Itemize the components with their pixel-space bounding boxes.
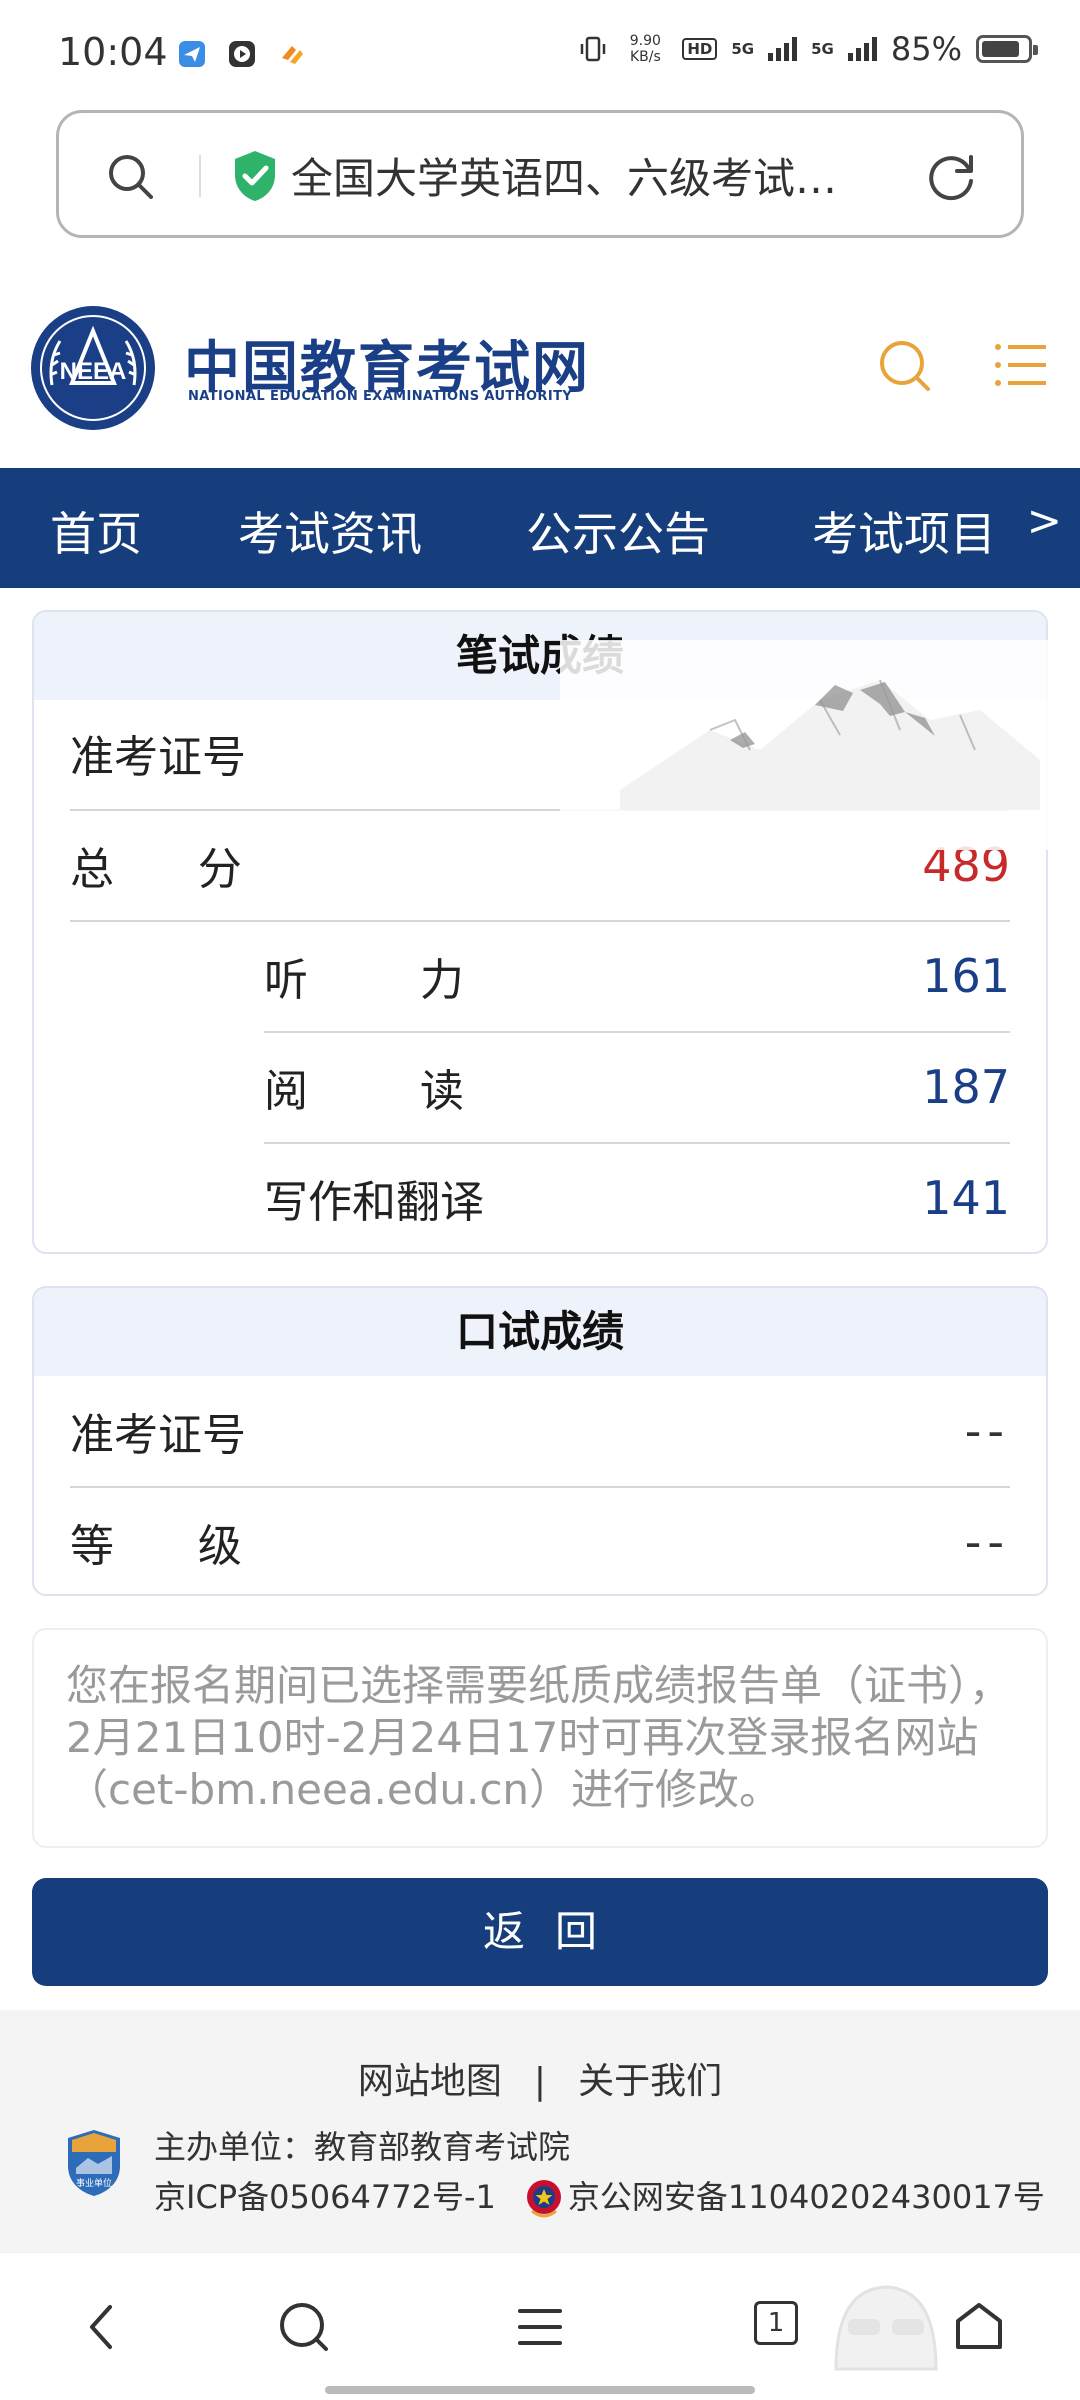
- writing-translation-row: 写作和翻译 141: [264, 1143, 1010, 1252]
- home-indicator[interactable]: [325, 2386, 755, 2394]
- status-time: 10:04: [58, 30, 168, 74]
- address-page-title[interactable]: 全国大学英语四、六级考试…: [291, 145, 891, 206]
- tab-count-button[interactable]: 1: [754, 2301, 798, 2345]
- signal-2-bars-icon: [847, 37, 877, 61]
- neea-logo-icon[interactable]: NEEA: [30, 305, 156, 431]
- police-emblem-icon: [526, 2180, 561, 2218]
- signal-1-label: 5G: [731, 40, 755, 58]
- site-name-en: NATIONAL EDUCATION EXAMINATIONS AUTHORIT…: [188, 389, 573, 404]
- back-arrow-icon[interactable]: [82, 2299, 122, 2355]
- address-divider: [199, 155, 201, 197]
- icp-license-link[interactable]: 京ICP备05064772号-1: [154, 2178, 496, 2216]
- writing-translation-score: 141: [922, 1171, 1010, 1225]
- menu-icon[interactable]: [516, 2299, 564, 2355]
- nav-item-exam-projects[interactable]: 考试项目: [812, 498, 996, 564]
- listening-score: 161: [922, 949, 1010, 1003]
- nav-item-home[interactable]: 首页: [50, 498, 142, 564]
- written-ticket-label: 准考证号: [70, 732, 246, 783]
- net-speed: 9.90 KB/s: [629, 33, 661, 65]
- status-app-icons: [176, 38, 308, 70]
- vibrate-icon: [581, 36, 606, 62]
- oral-ticket-row: 准考证号 --: [70, 1376, 1010, 1486]
- nav-item-announcements[interactable]: 公示公告: [526, 498, 710, 564]
- total-score-label: 总 分: [70, 844, 242, 895]
- nav-more-arrow[interactable]: >: [1027, 496, 1062, 545]
- reading-score: 187: [922, 1060, 1010, 1114]
- site-header: NEEA 中国教育考试网 NATIONAL EDUCATION EXAMINAT…: [0, 275, 1080, 468]
- refresh-icon[interactable]: [925, 149, 979, 203]
- search-icon[interactable]: [105, 151, 157, 203]
- listening-label: 听 力: [264, 955, 464, 1006]
- nav-item-exam-news[interactable]: 考试资讯: [238, 498, 422, 564]
- battery-icon: [976, 35, 1038, 63]
- oral-grade-value: --: [964, 1515, 1010, 1569]
- footer-registration-line: 京ICP备05064772号-1 京公网安备11040202430017号: [154, 2172, 1045, 2221]
- writing-translation-label: 写作和翻译: [264, 1177, 484, 1228]
- video-app-icon: [229, 41, 255, 67]
- mountain-watermark: [560, 640, 1060, 850]
- main-nav: 首页 考试资讯 公示公告 考试项目 >: [0, 468, 1080, 588]
- status-bar: 10:04 9.90 KB/s HD 5G 5G 85%: [0, 0, 1080, 108]
- search-icon[interactable]: [876, 337, 934, 395]
- shield-check-icon: [235, 151, 275, 201]
- signal-1-bars-icon: [768, 37, 798, 61]
- sitemap-link[interactable]: 网站地图: [358, 2061, 502, 2102]
- badge-text: 事业单位: [76, 2177, 112, 2189]
- logo-emblem-text: NEEA: [60, 358, 127, 385]
- police-record-link[interactable]: 京公网安备11040202430017号: [568, 2178, 1045, 2216]
- messenger-app-icon: [179, 41, 205, 67]
- signal-2-label: 5G: [811, 40, 834, 58]
- listening-row: 听 力 161: [264, 921, 1010, 1031]
- shopping-app-icon: [282, 46, 303, 64]
- oral-grade-row: 等 级 --: [70, 1487, 1010, 1594]
- address-bar[interactable]: 全国大学英语四、六级考试…: [56, 110, 1024, 238]
- menu-icon[interactable]: [994, 341, 1048, 389]
- reading-row: 阅 读 187: [264, 1032, 1010, 1142]
- battery-level: [982, 41, 1020, 57]
- search-icon[interactable]: [276, 2299, 332, 2355]
- footer-links: 网站地图 | 关于我们: [0, 2052, 1080, 2104]
- reading-label: 阅 读: [264, 1066, 464, 1117]
- status-indicators: 9.90 KB/s HD 5G 5G 85%: [578, 30, 1038, 68]
- oral-ticket-value: --: [964, 1404, 1010, 1458]
- oral-score-title: 口试成绩: [34, 1288, 1046, 1376]
- battery-percent: 85%: [890, 30, 962, 68]
- oral-grade-label: 等 级: [70, 1521, 242, 1572]
- paper-report-notice: 您在报名期间已选择需要纸质成绩报告单（证书），2月21日10时-2月24日17时…: [32, 1628, 1048, 1848]
- site-footer: 网站地图 | 关于我们 事业单位 主办单位：教育部教育考试院 京ICP备050647…: [0, 2010, 1080, 2252]
- about-us-link[interactable]: 关于我们: [578, 2061, 722, 2102]
- hd-label: HD: [682, 38, 718, 60]
- host-organization: 主办单位：教育部教育考试院: [154, 2128, 571, 2166]
- back-button[interactable]: 返回: [32, 1878, 1048, 1986]
- footer-separator: |: [533, 2061, 547, 2102]
- oral-score-card: 口试成绩 准考证号 -- 等 级 --: [32, 1286, 1048, 1596]
- mascot-watermark-icon: [834, 2285, 938, 2371]
- oral-ticket-label: 准考证号: [70, 1410, 246, 1461]
- browser-bottom-bar: 1: [0, 2252, 1080, 2400]
- home-icon[interactable]: [952, 2299, 1006, 2355]
- public-institution-badge-icon[interactable]: 事业单位: [64, 2128, 124, 2198]
